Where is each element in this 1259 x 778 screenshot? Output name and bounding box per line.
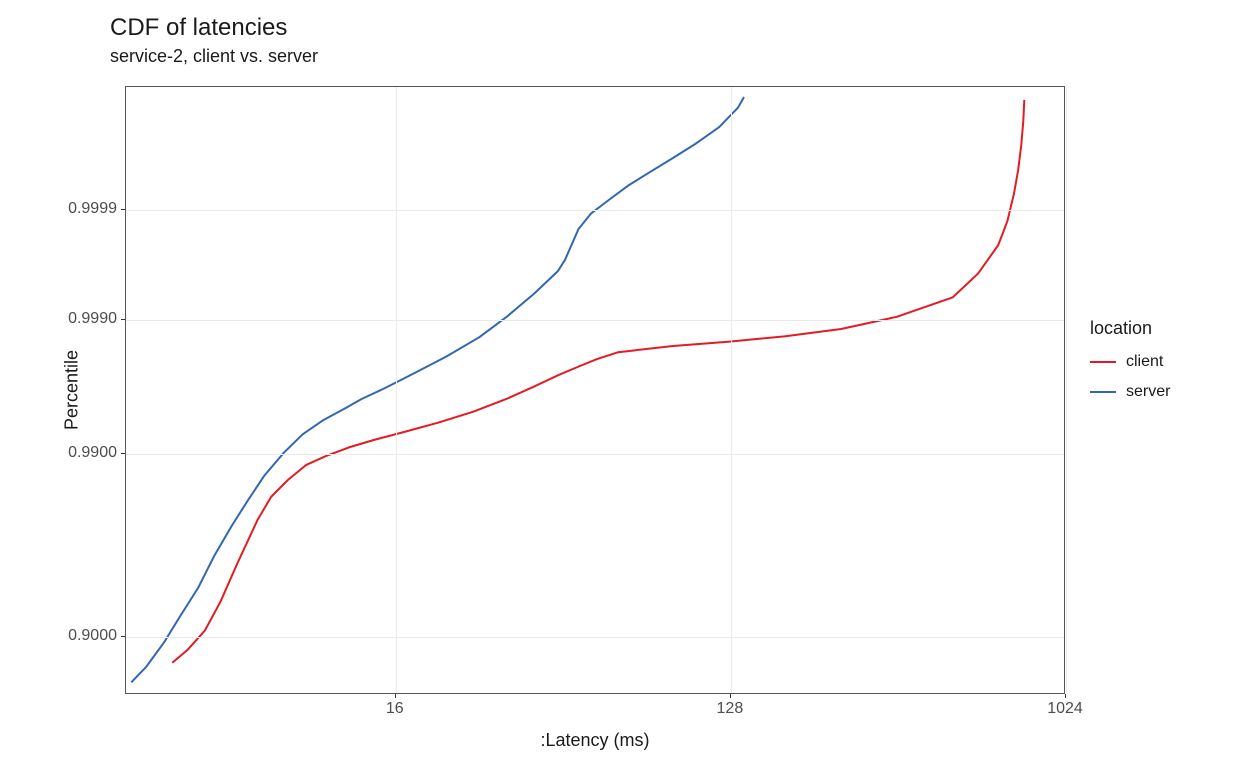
x-tick-label: 128 [717, 700, 744, 718]
plot-panel [125, 86, 1065, 694]
x-tick-mark [730, 694, 731, 698]
x-tick-label: 16 [386, 700, 404, 718]
grid-hline [126, 320, 1064, 321]
y-tick-mark [121, 636, 125, 637]
grid-vline [731, 87, 732, 693]
y-tick-mark [121, 453, 125, 454]
chart-subtitle: service-2, client vs. server [110, 46, 318, 67]
cdf-latency-chart: CDF of latencies service-2, client vs. s… [0, 0, 1259, 778]
grid-vline [396, 87, 397, 693]
y-tick-label: 0.9990 [0, 310, 117, 328]
grid-vline [1066, 87, 1067, 693]
chart-title: CDF of latencies [110, 14, 287, 42]
legend-label: server [1126, 383, 1170, 401]
y-tick-mark [121, 319, 125, 320]
grid-hline [126, 454, 1064, 455]
x-tick-mark [1065, 694, 1066, 698]
grid-hline [126, 637, 1064, 638]
legend-item-server: server [1090, 383, 1170, 401]
x-tick-label: 1024 [1047, 700, 1083, 718]
x-tick-mark [395, 694, 396, 698]
series-client [172, 100, 1024, 663]
legend-key-line [1090, 361, 1116, 363]
legend-item-client: client [1090, 353, 1170, 371]
y-tick-label: 0.9900 [0, 444, 117, 462]
y-tick-label: 0.9000 [0, 627, 117, 645]
y-tick-label: 0.9999 [0, 200, 117, 218]
y-axis-title: Percentile [62, 350, 83, 430]
y-tick-mark [121, 209, 125, 210]
legend: location client server [1090, 318, 1170, 413]
plot-lines-svg [126, 87, 1064, 693]
legend-label: client [1126, 353, 1163, 371]
grid-hline [126, 210, 1064, 211]
x-axis-title: :Latency (ms) [540, 730, 649, 751]
legend-key-line [1090, 391, 1116, 393]
legend-title: location [1090, 318, 1170, 339]
